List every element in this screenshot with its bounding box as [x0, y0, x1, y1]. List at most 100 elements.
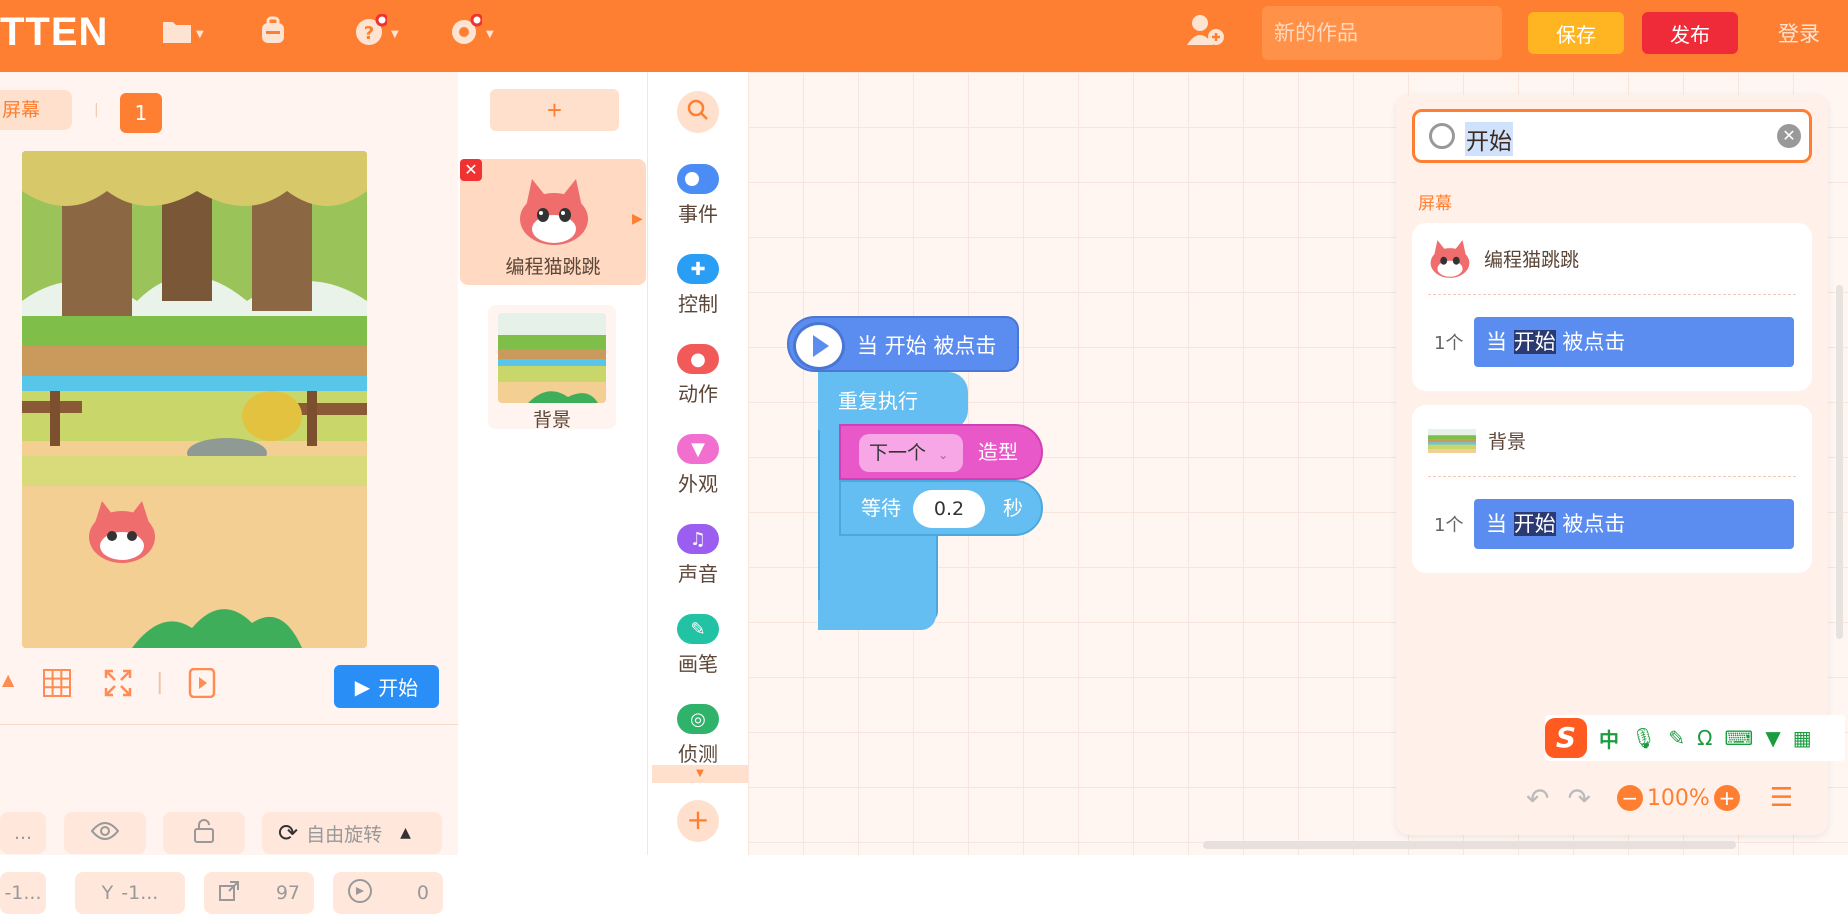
background-thumbnail — [498, 313, 606, 403]
collaborate-button[interactable] — [1186, 14, 1226, 54]
category-label: 侦测 — [678, 742, 718, 766]
backpack-button[interactable] — [258, 14, 288, 54]
sprite-list-panel: + ✕ ▶ 编程猫跳跳 背景 — [458, 72, 648, 855]
grid-toggle[interactable] — [42, 668, 72, 702]
ime-mode-toggle[interactable]: 中 — [1599, 724, 1619, 753]
category-looks[interactable]: ▼ 外观 — [648, 434, 748, 497]
add-sprite-button[interactable]: + — [490, 89, 619, 131]
play-icon: ▶ — [354, 674, 371, 699]
category-label: 事件 — [678, 202, 718, 226]
category-sensing[interactable]: ◎ 侦测 — [648, 704, 748, 767]
result-target[interactable]: 编程猫跳跳 — [1428, 223, 1796, 295]
repeat-forever-block[interactable]: 重复执行 — [818, 372, 968, 430]
divider: | — [94, 102, 99, 118]
search-blocks-button[interactable] — [677, 91, 719, 133]
zoom-out-button[interactable]: − — [1616, 785, 1643, 811]
rotation-mode-select[interactable]: ⟳ 自由旋转 ▲ — [262, 812, 442, 854]
add-extension-button[interactable]: + — [677, 800, 719, 842]
visibility-toggle[interactable] — [64, 812, 146, 854]
sprite-thumbnail — [520, 179, 588, 245]
category-events[interactable]: 事件 — [648, 164, 748, 227]
phone-preview-button[interactable] — [188, 667, 216, 702]
next-costume-block[interactable]: 下一个 ⌄ 造型 — [839, 424, 1043, 480]
sprite-item[interactable]: ✕ ▶ 编程猫跳跳 — [460, 159, 646, 285]
horizontal-scrollbar[interactable] — [1203, 841, 1736, 849]
block-text: 当 — [1486, 512, 1507, 536]
lock-toggle[interactable] — [163, 812, 245, 854]
skin-icon[interactable]: ▼ — [1765, 726, 1780, 750]
publish-button[interactable]: 发布 — [1642, 12, 1738, 54]
vertical-scrollbar[interactable] — [1836, 285, 1843, 639]
delete-icon[interactable]: ✕ — [460, 159, 482, 181]
fullscreen-button[interactable] — [103, 668, 133, 702]
clear-search-icon[interactable]: ✕ — [1777, 124, 1801, 148]
background-item[interactable]: 背景 — [488, 305, 616, 431]
block-text-highlight: 开始 — [1513, 330, 1556, 354]
eye-icon — [90, 821, 120, 846]
size-value: 97 — [275, 882, 300, 904]
redo-icon[interactable]: ↷ — [1567, 782, 1590, 815]
stage-canvas[interactable] — [22, 151, 367, 648]
keyboard-icon[interactable]: ⌨ — [1724, 726, 1753, 750]
events-icon — [677, 164, 719, 194]
direction-icon — [347, 878, 373, 909]
zoom-in-button[interactable]: + — [1713, 785, 1740, 811]
chevron-down-icon: ▼ — [696, 768, 704, 779]
ime-logo[interactable]: S — [1545, 718, 1587, 758]
microphone-icon[interactable]: 🎙 — [1631, 726, 1656, 750]
sprite-name-field[interactable]: ... — [0, 812, 46, 854]
undo-icon[interactable]: ↶ — [1526, 782, 1549, 815]
symbol-icon[interactable]: Ω — [1697, 726, 1712, 750]
resize-icon — [218, 880, 240, 907]
login-link[interactable]: 登录 — [1778, 18, 1820, 48]
direction-value: 0 — [416, 882, 429, 904]
costume-dropdown[interactable]: 下一个 ⌄ — [859, 434, 963, 472]
chevron-right-icon: ▶ — [632, 211, 643, 227]
category-pen[interactable]: ✎ 画笔 — [648, 614, 748, 677]
zoom-level: 100% — [1646, 785, 1710, 811]
size-field[interactable]: 97 — [204, 872, 314, 914]
save-button[interactable]: 保存 — [1528, 12, 1624, 54]
result-target-name: 背景 — [1488, 431, 1527, 453]
help-icon: ? — [355, 13, 389, 54]
category-control[interactable]: ✚ 控制 — [648, 254, 748, 317]
settings-menu[interactable]: ▼ — [450, 13, 494, 54]
x-position-value: -1... — [4, 882, 42, 904]
fullscreen-icon — [103, 669, 133, 702]
search-query: 开始 — [1465, 122, 1513, 156]
align-blocks-icon[interactable]: ☰ — [1770, 783, 1793, 813]
category-sound[interactable]: ♫ 声音 — [648, 524, 748, 587]
y-position-field[interactable]: Y -1... — [75, 872, 185, 914]
result-row: 1个 当 开始 被点击 — [1412, 477, 1812, 571]
category-motion[interactable]: ● 动作 — [648, 344, 748, 407]
top-bar: TTEN ▼ ? ▼ ▼ 保存 发布 登录 — [0, 0, 1848, 72]
wait-seconds-input[interactable]: 0.2 — [913, 490, 985, 528]
screen-count-badge[interactable]: 1 — [120, 93, 162, 133]
handwriting-icon[interactable]: ✎ — [1668, 726, 1685, 750]
screen-tab[interactable]: 屏幕 — [0, 90, 72, 130]
result-count: 1个 — [1434, 515, 1464, 536]
scroll-down-button[interactable]: ▼ — [652, 765, 748, 783]
when-start-clicked-block[interactable]: 当 开始 被点击 — [787, 316, 1019, 372]
apps-grid-icon[interactable]: ▦ — [1793, 726, 1812, 750]
start-button[interactable]: ▶ 开始 — [334, 665, 439, 708]
rotate-icon: ⟳ — [278, 819, 299, 847]
result-block[interactable]: 当 开始 被点击 — [1474, 499, 1794, 549]
project-name-input[interactable] — [1262, 6, 1502, 60]
file-menu[interactable]: ▼ — [162, 14, 204, 54]
sprite-name: 编程猫跳跳 — [505, 256, 601, 278]
result-target[interactable]: 背景 — [1428, 405, 1796, 477]
add-user-icon — [1186, 13, 1226, 55]
help-menu[interactable]: ? ▼ — [355, 13, 399, 54]
search-icon — [687, 99, 709, 125]
result-block[interactable]: 当 开始 被点击 — [1474, 317, 1794, 367]
app-logo[interactable]: TTEN — [0, 10, 108, 55]
x-position-field[interactable]: -1... — [0, 872, 46, 914]
direction-field[interactable]: 0 — [333, 872, 443, 914]
svg-text:?: ? — [364, 23, 374, 44]
collapse-up-icon[interactable]: ▲ — [2, 670, 14, 689]
pen-icon: ✎ — [677, 614, 719, 644]
divider: | — [156, 670, 164, 695]
wait-block[interactable]: 等待 0.2 秒 — [839, 480, 1043, 536]
block-search-input[interactable]: 开始 ✕ — [1412, 109, 1812, 163]
